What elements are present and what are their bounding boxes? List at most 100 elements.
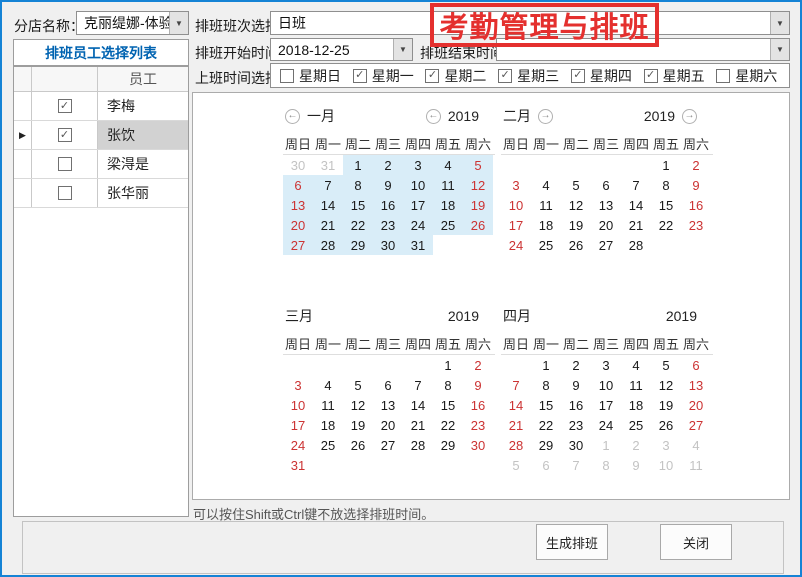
calendar-day[interactable]: 14 — [501, 395, 531, 415]
calendar-day[interactable]: 3 — [591, 355, 621, 375]
calendar-day[interactable]: 13 — [591, 195, 621, 215]
calendar-day[interactable]: 23 — [373, 215, 403, 235]
calendar-day[interactable]: 6 — [283, 175, 313, 195]
calendar-day[interactable]: 10 — [403, 175, 433, 195]
chevron-down-icon[interactable]: ▼ — [393, 39, 412, 60]
calendar-day[interactable]: 19 — [651, 395, 681, 415]
calendar-day[interactable]: 23 — [561, 415, 591, 435]
row-selector-cell[interactable] — [14, 150, 32, 178]
calendar-day[interactable]: 10 — [283, 395, 313, 415]
calendar-day[interactable]: 19 — [343, 415, 373, 435]
calendar-day[interactable]: 9 — [561, 375, 591, 395]
calendar-day[interactable]: 29 — [343, 235, 373, 255]
row-selector-cell[interactable] — [14, 92, 32, 120]
calendar-day[interactable]: 4 — [433, 155, 463, 175]
calendar-day[interactable]: 11 — [313, 395, 343, 415]
calendar-day[interactable]: 23 — [681, 215, 711, 235]
calendar-day[interactable]: 24 — [501, 235, 531, 255]
weekday-checkbox[interactable]: ✓星期二 — [425, 66, 498, 86]
calendar-day[interactable]: 10 — [651, 455, 681, 475]
calendar-day[interactable]: 17 — [283, 415, 313, 435]
calendar-day[interactable]: 1 — [343, 155, 373, 175]
calendar-day[interactable]: 22 — [531, 415, 561, 435]
prev-arrow-icon[interactable]: ← — [426, 109, 441, 124]
calendar-day[interactable]: 17 — [403, 195, 433, 215]
calendar-day[interactable]: 23 — [463, 415, 493, 435]
generate-schedule-button[interactable]: 生成排班 — [536, 524, 608, 560]
calendar-day[interactable]: 8 — [591, 455, 621, 475]
calendar-day[interactable]: 5 — [651, 355, 681, 375]
checkbox-icon[interactable]: ✓ — [425, 69, 439, 83]
employee-row[interactable]: ✓李梅 — [14, 92, 188, 121]
calendar-day[interactable]: 30 — [561, 435, 591, 455]
calendar-day[interactable]: 26 — [561, 235, 591, 255]
calendar-day[interactable]: 9 — [621, 455, 651, 475]
calendar-day[interactable]: 3 — [651, 435, 681, 455]
calendar-day[interactable]: 21 — [621, 215, 651, 235]
calendar-day[interactable]: 5 — [343, 375, 373, 395]
calendar-day[interactable]: 2 — [621, 435, 651, 455]
calendar-day[interactable]: 11 — [433, 175, 463, 195]
calendar-day[interactable]: 26 — [343, 435, 373, 455]
calendar-day[interactable]: 28 — [313, 235, 343, 255]
chevron-down-icon[interactable]: ▼ — [770, 12, 789, 34]
close-button[interactable]: 关闭 — [660, 524, 732, 560]
checkbox-icon[interactable]: ✓ — [644, 69, 658, 83]
calendar-day[interactable]: 8 — [343, 175, 373, 195]
next-arrow-icon[interactable]: → — [682, 109, 697, 124]
calendar-day[interactable]: 24 — [403, 215, 433, 235]
calendar-day[interactable]: 11 — [621, 375, 651, 395]
calendar-day[interactable]: 5 — [463, 155, 493, 175]
calendar-day[interactable]: 19 — [561, 215, 591, 235]
calendar-day[interactable]: 3 — [403, 155, 433, 175]
calendar-day[interactable]: 20 — [373, 415, 403, 435]
calendar-day[interactable]: 5 — [501, 455, 531, 475]
branch-select[interactable]: 克丽缇娜-体验店 ▼ — [76, 11, 189, 35]
calendar-day[interactable]: 14 — [621, 195, 651, 215]
calendar-day[interactable]: 2 — [373, 155, 403, 175]
calendar-day[interactable]: 16 — [373, 195, 403, 215]
weekday-checkbox[interactable]: ✓星期三 — [498, 66, 571, 86]
calendar-day[interactable]: 6 — [531, 455, 561, 475]
calendar-day[interactable]: 27 — [283, 235, 313, 255]
checkbox-icon[interactable]: ✓ — [58, 99, 72, 113]
calendar-day[interactable]: 22 — [343, 215, 373, 235]
employee-checkbox-cell[interactable] — [32, 179, 98, 207]
calendar-day[interactable]: 12 — [343, 395, 373, 415]
calendar-day[interactable]: 7 — [561, 455, 591, 475]
calendar-day[interactable]: 18 — [621, 395, 651, 415]
calendar-day[interactable]: 20 — [283, 215, 313, 235]
calendar-day[interactable]: 16 — [681, 195, 711, 215]
calendar-day[interactable]: 31 — [403, 235, 433, 255]
checkbox-icon[interactable] — [280, 69, 294, 83]
calendar-day[interactable]: 12 — [651, 375, 681, 395]
calendar-day[interactable]: 15 — [651, 195, 681, 215]
calendar-day[interactable]: 16 — [463, 395, 493, 415]
calendar-day[interactable]: 9 — [681, 175, 711, 195]
checkbox-icon[interactable]: ✓ — [571, 69, 585, 83]
calendar-day[interactable]: 2 — [463, 355, 493, 375]
calendar-day[interactable]: 25 — [621, 415, 651, 435]
calendar-day[interactable]: 21 — [403, 415, 433, 435]
employee-row[interactable]: ▶✓张饮 — [14, 121, 188, 150]
calendar-day[interactable]: 6 — [681, 355, 711, 375]
calendar-day[interactable]: 10 — [591, 375, 621, 395]
calendar-day[interactable]: 12 — [463, 175, 493, 195]
checkbox-icon[interactable] — [58, 186, 72, 200]
calendar-day[interactable]: 29 — [531, 435, 561, 455]
calendar-day[interactable]: 6 — [373, 375, 403, 395]
calendar-day[interactable]: 7 — [621, 175, 651, 195]
calendar-day[interactable]: 9 — [373, 175, 403, 195]
calendar-day[interactable]: 30 — [463, 435, 493, 455]
calendar-day[interactable]: 13 — [283, 195, 313, 215]
calendar-day[interactable]: 14 — [403, 395, 433, 415]
calendar-day[interactable]: 11 — [531, 195, 561, 215]
calendar-day[interactable]: 18 — [531, 215, 561, 235]
calendar-day[interactable]: 19 — [463, 195, 493, 215]
calendar-day[interactable]: 8 — [433, 375, 463, 395]
calendar-day[interactable]: 7 — [313, 175, 343, 195]
calendar-day[interactable]: 14 — [313, 195, 343, 215]
calendar-day[interactable]: 5 — [561, 175, 591, 195]
calendar-day[interactable]: 7 — [403, 375, 433, 395]
calendar-day[interactable]: 7 — [501, 375, 531, 395]
